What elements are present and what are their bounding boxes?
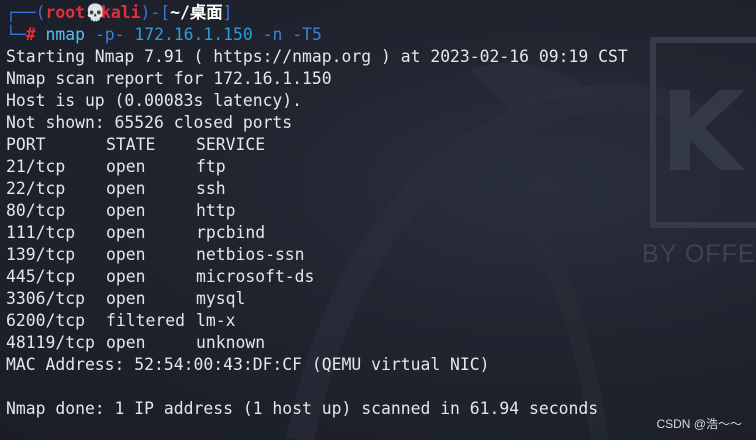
port-cell: 139/tcp: [6, 245, 76, 264]
table-row: 111/tcp open rpcbind: [6, 222, 756, 244]
state-cell: open: [106, 223, 146, 242]
state-cell: filtered: [106, 311, 185, 330]
port-cell: 3306/tcp: [6, 289, 85, 308]
prompt-line-command[interactable]: └─# nmap -p- 172.16.1.150 -n -T5: [6, 24, 756, 46]
prompt-corner-top: ┌──: [6, 3, 36, 22]
port-cell: 6200/tcp: [6, 311, 85, 330]
service-cell: lm-x: [196, 311, 236, 330]
command-flag-n: -n: [262, 25, 283, 44]
service-cell: mysql: [196, 289, 246, 308]
command-flag-p: -p-: [94, 25, 125, 44]
table-row: 22/tcp open ssh: [6, 178, 756, 200]
table-row: 139/tcp open netbios-ssn: [6, 244, 756, 266]
output-line: Nmap scan report for 172.16.1.150: [6, 69, 332, 88]
table-row: 6200/tcp filtered lm-x: [6, 310, 756, 332]
terminal-window[interactable]: BY OFFE ┌──(root💀kali)-[~/桌面] └─# nmap -…: [0, 0, 756, 440]
output-line: Host is up (0.00083s latency).: [6, 91, 303, 110]
terminal-output: ┌──(root💀kali)-[~/桌面] └─# nmap -p- 172.1…: [6, 2, 756, 420]
prompt-host: kali: [100, 3, 141, 22]
service-cell: http: [196, 201, 236, 220]
state-cell: open: [106, 267, 146, 286]
prompt-corner-bottom: └─: [6, 25, 26, 44]
state-cell: open: [106, 201, 146, 220]
prompt-dash-bracket: -[: [150, 3, 171, 22]
prompt-open-paren: (: [35, 3, 46, 22]
header-state: STATE: [106, 135, 156, 154]
port-cell: 22/tcp: [6, 179, 66, 198]
service-cell: ssh: [196, 179, 226, 198]
state-cell: open: [106, 289, 146, 308]
header-service: SERVICE: [196, 135, 266, 154]
table-row: 80/tcp open http: [6, 200, 756, 222]
prompt-path: ~/桌面: [170, 3, 223, 22]
state-cell: open: [106, 179, 146, 198]
port-cell: 80/tcp: [6, 201, 66, 220]
command-flag-t: -T5: [292, 25, 322, 44]
table-row: 3306/tcp open mysql: [6, 288, 756, 310]
csdn-watermark: CSDN @浩～～: [656, 417, 742, 431]
command-target: 172.16.1.150: [134, 25, 253, 44]
skull-icon: 💀: [84, 3, 106, 22]
state-cell: open: [106, 333, 146, 352]
service-cell: unknown: [196, 333, 266, 352]
service-cell: microsoft-ds: [196, 267, 315, 286]
state-cell: open: [106, 245, 146, 264]
service-cell: netbios-ssn: [196, 245, 305, 264]
prompt-close-paren: ): [140, 3, 151, 22]
port-cell: 48119/tcp: [6, 333, 95, 352]
scan-done-line: Nmap done: 1 IP address (1 host up) scan…: [6, 399, 599, 418]
service-cell: ftp: [196, 157, 226, 176]
port-table-header: PORT STATE SERVICE: [6, 134, 756, 156]
state-cell: open: [106, 157, 146, 176]
output-line: Not shown: 65526 closed ports: [6, 113, 293, 132]
port-cell: 445/tcp: [6, 267, 76, 286]
table-row: 445/tcp open microsoft-ds: [6, 266, 756, 288]
prompt-line-top: ┌──(root💀kali)-[~/桌面]: [6, 2, 756, 24]
mac-address-line: MAC Address: 52:54:00:43:DF:CF (QEMU vir…: [6, 355, 490, 374]
port-cell: 21/tcp: [6, 157, 66, 176]
table-row: 21/tcp open ftp: [6, 156, 756, 178]
command-name: nmap: [45, 25, 85, 44]
prompt-hash: #: [25, 25, 36, 44]
prompt-close-bracket: ]: [222, 3, 233, 22]
header-port: PORT: [6, 135, 46, 154]
service-cell: rpcbind: [196, 223, 266, 242]
port-cell: 111/tcp: [6, 223, 76, 242]
prompt-user: root: [45, 3, 85, 22]
output-line: Starting Nmap 7.91 ( https://nmap.org ) …: [6, 47, 628, 66]
table-row: 48119/tcp open unknown: [6, 332, 756, 354]
